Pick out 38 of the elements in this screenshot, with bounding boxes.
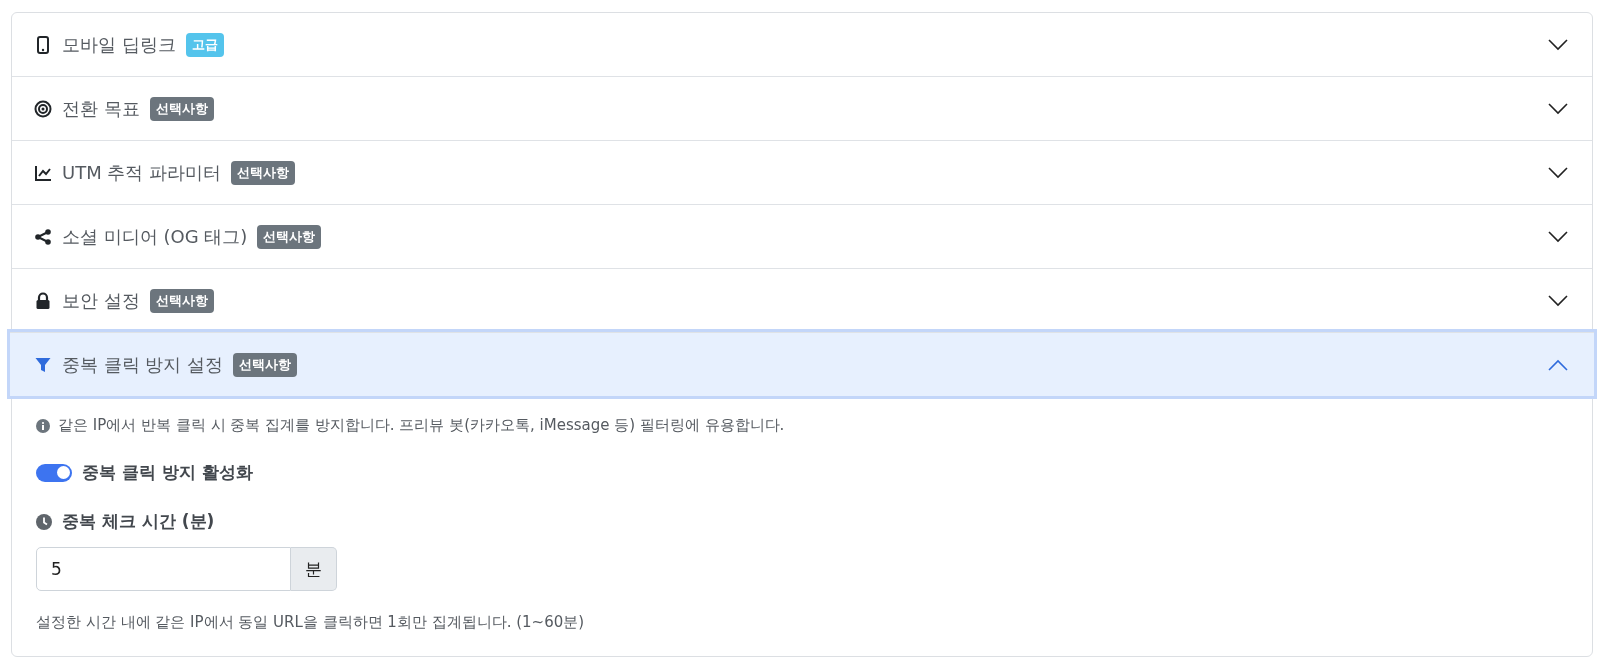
toggle-label: 중복 클릭 방지 활성화 — [82, 461, 253, 484]
section-badge: 선택사항 — [257, 224, 322, 249]
toggle-switch[interactable] — [36, 463, 72, 482]
section-title: 소셜 미디어 (OG 태그) — [62, 224, 248, 249]
lock-icon — [34, 291, 52, 310]
clock-icon — [36, 513, 52, 530]
section-badge: 선택사항 — [149, 96, 214, 121]
chevron-down-icon — [1548, 230, 1568, 243]
section-badge: 선택사항 — [231, 160, 296, 185]
chevron-down-icon — [1548, 166, 1568, 179]
section-title: 중복 클릭 방지 설정 — [62, 352, 224, 377]
accordion-header[interactable]: 전환 목표 선택사항 — [12, 76, 1592, 140]
help-text: 설정한 시간 내에 같은 IP에서 동일 URL을 클릭하면 1회만 집계됩니다. (1~60분) — [36, 613, 586, 632]
share-icon — [34, 227, 52, 246]
info-text: 같은 IP에서 반복 클릭 시 중복 집계를 방지합니다. 프리뷰 봇(카카오톡, iMessage 등) 필터링에 유용합니다. — [58, 416, 785, 435]
section-title: 전환 목표 — [62, 96, 140, 121]
unit-addon: 분 — [291, 547, 337, 591]
target-icon — [34, 99, 52, 118]
minutes-input[interactable]: 5 — [36, 547, 291, 591]
chevron-down-icon — [1548, 102, 1568, 115]
field-label: 중복 체크 시간 (분) — [62, 510, 215, 533]
phone-icon — [34, 35, 52, 54]
chevron-down-icon — [1548, 38, 1568, 51]
section-badge: 선택사항 — [149, 288, 214, 313]
section-title: UTM 추적 파라미터 — [62, 160, 222, 185]
info-icon — [36, 418, 50, 433]
accordion-header[interactable]: 소셜 미디어 (OG 태그) 선택사항 — [12, 204, 1592, 268]
section-title: 모바일 딥링크 — [62, 32, 176, 57]
accordion-header[interactable]: 중복 클릭 방지 설정 선택사항 — [10, 332, 1594, 396]
line-chart-icon — [34, 163, 52, 182]
filter-icon — [34, 355, 52, 374]
accordion-header[interactable]: UTM 추적 파라미터 선택사항 — [12, 140, 1592, 204]
accordion-header[interactable]: 모바일 딥링크 고급 — [12, 13, 1592, 76]
chevron-down-icon — [1548, 294, 1568, 307]
section-badge: 선택사항 — [233, 352, 298, 377]
section-title: 보안 설정 — [62, 288, 140, 313]
section-badge: 고급 — [185, 32, 224, 57]
chevron-up-icon — [1548, 358, 1568, 371]
